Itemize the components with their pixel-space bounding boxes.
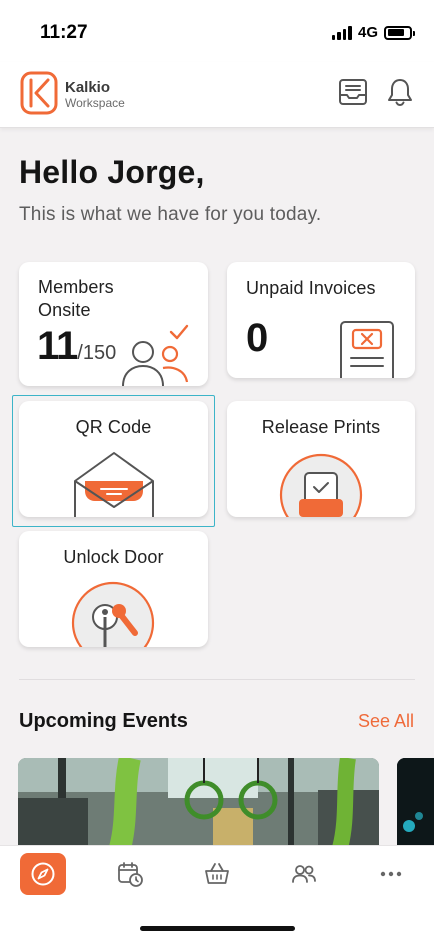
unpaid-invoices-card[interactable]: Unpaid Invoices 0 (227, 262, 415, 378)
signal-icon (331, 25, 352, 40)
key-icon (71, 581, 155, 647)
members-count-value: 11 (37, 324, 78, 368)
members-count: 11 /150 (37, 324, 116, 369)
members-onsite-title: Members Onsite (38, 277, 114, 320)
release-prints-card[interactable]: Release Prints (227, 401, 415, 517)
event-card-image-next[interactable] (397, 758, 434, 848)
greeting-heading: Hello Jorge, (19, 154, 205, 190)
status-indicators: 4G (331, 24, 415, 41)
inbox-icon[interactable] (337, 76, 369, 108)
invoice-document-icon (340, 321, 394, 378)
greeting-subtext: This is what we have for you today. (19, 204, 322, 225)
status-bar: 11:27 4G (0, 0, 434, 62)
brand-subtitle: Workspace (65, 96, 125, 110)
event-card-image[interactable] (18, 758, 379, 848)
unlock-door-card[interactable]: Unlock Door (19, 531, 208, 647)
see-all-link[interactable]: See All (358, 711, 414, 732)
members-capacity: /150 (77, 342, 117, 364)
tab-more[interactable] (368, 853, 414, 895)
status-time: 11:27 (40, 22, 88, 43)
unlock-door-title: Unlock Door (63, 547, 164, 567)
tab-shop[interactable] (194, 853, 240, 895)
tab-community[interactable] (281, 853, 327, 895)
app-header: Kalkio Workspace (0, 62, 434, 128)
bell-icon[interactable] (384, 76, 416, 108)
calendar-clock-icon (118, 862, 143, 887)
focus-ring (12, 395, 215, 527)
members-onsite-card[interactable]: Members Onsite 11 /150 (19, 262, 208, 386)
home-indicator[interactable] (140, 926, 295, 931)
gym-photo (18, 758, 379, 848)
more-icon (380, 871, 402, 877)
upcoming-events-title: Upcoming Events (19, 710, 188, 732)
brand-name: Kalkio (65, 79, 111, 96)
compass-icon (31, 862, 55, 886)
network-label: 4G (357, 24, 378, 41)
unpaid-invoices-title: Unpaid Invoices (246, 278, 376, 298)
members-illustration-icon (122, 324, 189, 386)
release-prints-title: Release Prints (261, 417, 381, 437)
tab-explore[interactable] (20, 853, 66, 895)
people-icon (292, 865, 316, 883)
event-photo-next (397, 758, 434, 848)
section-divider (19, 679, 415, 680)
basket-icon (205, 863, 229, 884)
bottom-tab-bar (0, 845, 434, 940)
kalkio-logo-icon (20, 71, 58, 115)
unpaid-invoices-count: 0 (246, 316, 269, 360)
tab-bookings[interactable] (107, 853, 153, 895)
printer-icon (279, 453, 363, 517)
battery-icon (384, 25, 415, 40)
